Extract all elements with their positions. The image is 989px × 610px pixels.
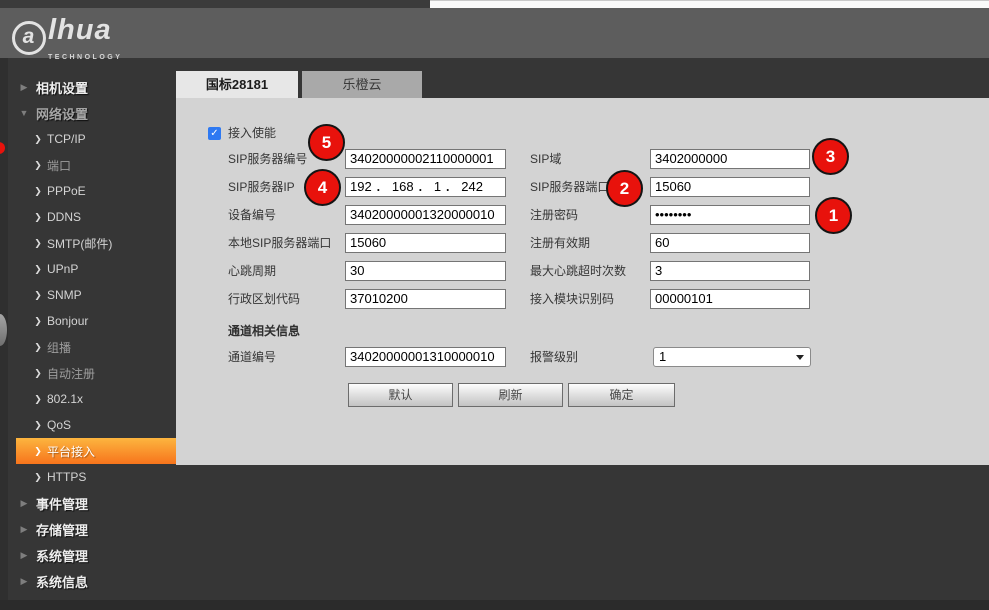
dahua-camera-web-ui: { "logo": { "a": "a", "rest": "lhua", "t… bbox=[0, 0, 989, 610]
local-sip-port-input[interactable]: 15060 bbox=[345, 233, 506, 253]
check-icon: ✓ bbox=[210, 128, 218, 139]
sidebar-item-system-management[interactable]: ▶系统管理 bbox=[0, 542, 176, 568]
chevron-right-icon: ❯ bbox=[33, 290, 43, 301]
sidebar-item-tcpip[interactable]: ❯TCP/IP bbox=[0, 126, 176, 152]
register-validity-input[interactable]: 60 bbox=[650, 233, 810, 253]
dahua-logo-a-icon: a bbox=[12, 21, 46, 55]
annotation-circle-4: 4 bbox=[304, 169, 341, 206]
chevron-right-icon: ❯ bbox=[33, 342, 43, 353]
collapsed-arrow-icon: ▶ bbox=[18, 550, 30, 561]
sidebar-item-platform-access[interactable]: ❯平台接入 bbox=[16, 438, 176, 464]
device-id-label: 设备编号 bbox=[228, 205, 276, 225]
sidebar-item-upnp[interactable]: ❯UPnP bbox=[0, 256, 176, 282]
sidebar-item-event-management[interactable]: ▶事件管理 bbox=[0, 490, 176, 516]
tab-lechange[interactable]: 乐橙云 bbox=[302, 71, 422, 98]
sidebar-item-qos[interactable]: ❯QoS bbox=[0, 412, 176, 438]
access-module-id-label: 接入模块识别码 bbox=[530, 289, 614, 309]
footer-strip bbox=[0, 600, 989, 610]
collapsed-arrow-icon: ▶ bbox=[18, 576, 30, 587]
channel-id-input[interactable]: 34020000001310000010 bbox=[345, 347, 506, 367]
max-heartbeat-timeout-label: 最大心跳超时次数 bbox=[530, 261, 626, 281]
max-heartbeat-timeout-input[interactable]: 3 bbox=[650, 261, 810, 281]
chevron-right-icon: ❯ bbox=[33, 316, 43, 327]
annotation-circle-1: 1 bbox=[815, 197, 852, 234]
dahua-logo-rest: lhua bbox=[48, 14, 112, 46]
register-password-input[interactable]: •••••••• bbox=[650, 205, 810, 225]
tab-bar: 国标28181 乐橙云 bbox=[176, 58, 989, 98]
sip-server-id-input[interactable]: 34020000002110000001 bbox=[345, 149, 506, 169]
sidebar-item-auto-register[interactable]: ❯自动注册 bbox=[0, 360, 176, 386]
sip-server-port-input[interactable]: 15060 bbox=[650, 177, 810, 197]
collapsed-arrow-icon: ▶ bbox=[18, 524, 30, 535]
enable-checkbox[interactable]: ✓ bbox=[208, 127, 221, 140]
heartbeat-period-label: 心跳周期 bbox=[228, 261, 276, 281]
sip-server-port-label: SIP服务器端口 bbox=[530, 177, 609, 197]
sip-domain-input[interactable]: 3402000000 bbox=[650, 149, 810, 169]
sidebar-item-bonjour[interactable]: ❯Bonjour bbox=[0, 308, 176, 334]
access-module-id-input[interactable]: 00000101 bbox=[650, 289, 810, 309]
tab-gb28181[interactable]: 国标28181 bbox=[176, 71, 298, 98]
sip-server-ip-label: SIP服务器IP bbox=[228, 177, 295, 197]
collapsed-arrow-icon: ▶ bbox=[18, 82, 30, 93]
register-validity-label: 注册有效期 bbox=[530, 233, 590, 253]
chevron-right-icon: ❯ bbox=[33, 420, 43, 431]
sip-server-ip-input[interactable]: 192 ． 168 ． 1 ． 242 bbox=[345, 177, 506, 197]
sidebar-item-8021x[interactable]: ❯802.1x bbox=[0, 386, 176, 412]
channel-id-label: 通道编号 bbox=[228, 347, 276, 367]
enable-label: 接入使能 bbox=[228, 126, 276, 140]
device-id-input[interactable]: 34020000001320000010 bbox=[345, 205, 506, 225]
chevron-right-icon: ❯ bbox=[33, 134, 43, 145]
sidebar-item-port[interactable]: ❯端口 bbox=[0, 152, 176, 178]
chevron-right-icon: ❯ bbox=[33, 368, 43, 379]
top-strip-light bbox=[430, 0, 989, 8]
channel-info-section-title: 通道相关信息 bbox=[228, 322, 300, 339]
chevron-right-icon: ❯ bbox=[33, 160, 43, 171]
sidebar-item-https[interactable]: ❯HTTPS bbox=[0, 464, 176, 490]
region-code-label: 行政区划代码 bbox=[228, 289, 300, 309]
chevron-right-icon: ❯ bbox=[33, 238, 43, 249]
sidebar-item-pppoe[interactable]: ❯PPPoE bbox=[0, 178, 176, 204]
register-password-label: 注册密码 bbox=[530, 205, 578, 225]
chevron-right-icon: ❯ bbox=[33, 212, 43, 223]
sidebar-nav: ▶相机设置 ▼网络设置 ❯TCP/IP ❯端口 ❯PPPoE ❯DDNS ❯SM… bbox=[0, 58, 176, 600]
confirm-button[interactable]: 确定 bbox=[568, 383, 675, 407]
dahua-logo-wordmark: alhua bbox=[12, 14, 122, 55]
annotation-circle-3: 3 bbox=[812, 138, 849, 175]
sidebar-item-snmp[interactable]: ❯SNMP bbox=[0, 282, 176, 308]
sidebar-item-camera-settings[interactable]: ▶相机设置 bbox=[0, 74, 176, 100]
header-bar: alhua TECHNOLOGY bbox=[0, 8, 989, 58]
sidebar-item-storage-management[interactable]: ▶存储管理 bbox=[0, 516, 176, 542]
annotation-circle-5: 5 bbox=[308, 124, 345, 161]
region-code-input[interactable]: 37010200 bbox=[345, 289, 506, 309]
annotation-circle-2: 2 bbox=[606, 170, 643, 207]
chevron-right-icon: ❯ bbox=[33, 186, 43, 197]
chevron-down-icon bbox=[796, 355, 804, 360]
default-button[interactable]: 默认 bbox=[348, 383, 453, 407]
dahua-logo: alhua TECHNOLOGY bbox=[12, 14, 122, 61]
alarm-level-label: 报警级别 bbox=[530, 347, 578, 367]
local-sip-port-label: 本地SIP服务器端口 bbox=[228, 233, 331, 253]
chevron-right-icon: ❯ bbox=[33, 472, 43, 483]
collapsed-arrow-icon: ▶ bbox=[18, 498, 30, 509]
platform-access-form: ✓ 接入使能 SIP服务器编号 34020000002110000001 SIP… bbox=[176, 98, 989, 465]
chevron-right-icon: ❯ bbox=[33, 394, 43, 405]
sidebar-item-smtp[interactable]: ❯SMTP(邮件) bbox=[0, 230, 176, 256]
expanded-arrow-icon: ▼ bbox=[18, 108, 30, 118]
sidebar-item-network-settings[interactable]: ▼网络设置 bbox=[0, 100, 176, 126]
refresh-button[interactable]: 刷新 bbox=[458, 383, 563, 407]
sidebar-item-system-info[interactable]: ▶系统信息 bbox=[0, 568, 176, 594]
chevron-right-icon: ❯ bbox=[33, 446, 43, 457]
heartbeat-period-input[interactable]: 30 bbox=[345, 261, 506, 281]
sidebar-item-ddns[interactable]: ❯DDNS bbox=[0, 204, 176, 230]
top-strip-dark bbox=[0, 0, 430, 8]
sip-domain-label: SIP域 bbox=[530, 149, 561, 169]
chevron-right-icon: ❯ bbox=[33, 264, 43, 275]
alarm-level-select[interactable]: 1 bbox=[653, 347, 811, 367]
sidebar-item-multicast[interactable]: ❯组播 bbox=[0, 334, 176, 360]
sip-server-id-label: SIP服务器编号 bbox=[228, 149, 307, 169]
